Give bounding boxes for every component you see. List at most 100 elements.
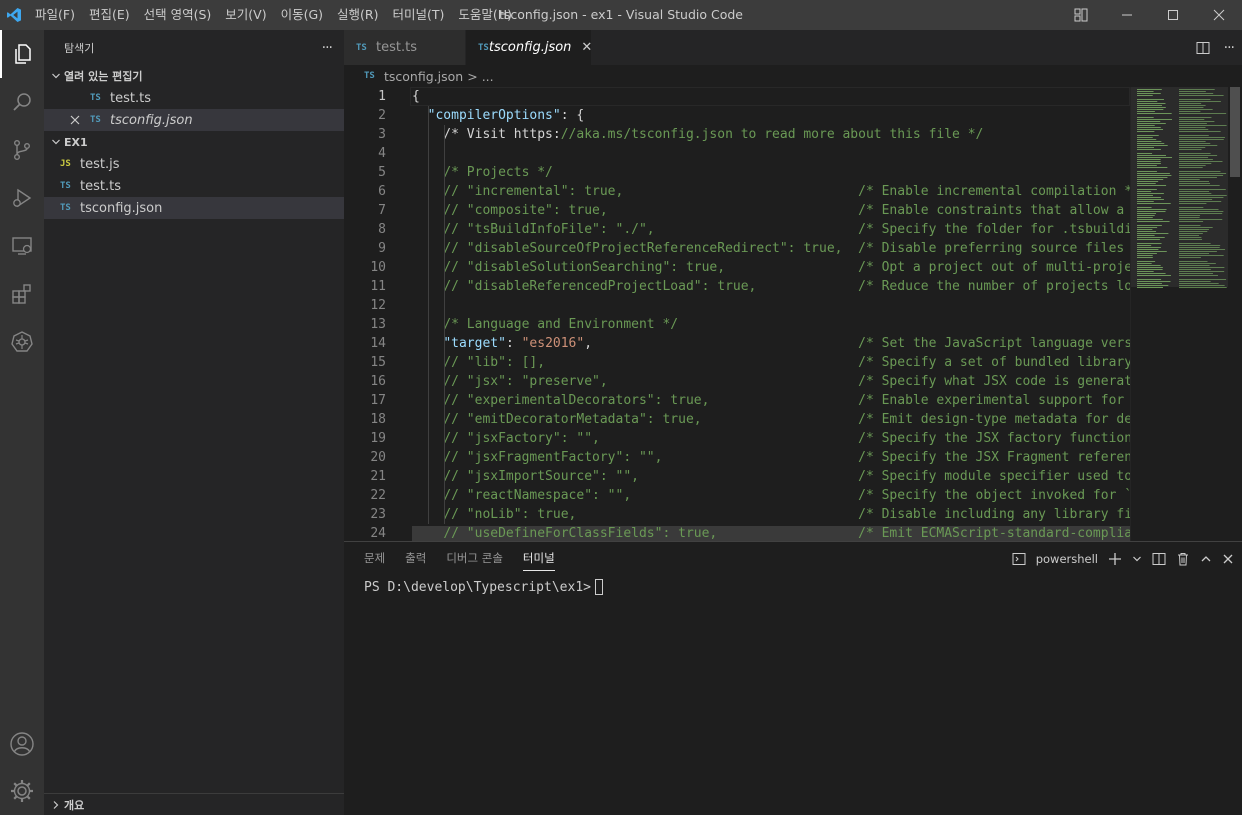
breadcrumb-more[interactable]: ... bbox=[482, 69, 494, 84]
trash-icon[interactable] bbox=[1176, 552, 1190, 566]
maximize-panel-icon[interactable] bbox=[1200, 553, 1212, 565]
split-terminal-icon[interactable] bbox=[1152, 552, 1166, 566]
search-icon[interactable] bbox=[0, 78, 44, 126]
code-line[interactable]: 4 bbox=[344, 144, 1130, 163]
code-line[interactable]: 5 /* Projects */ bbox=[344, 163, 1130, 182]
code-line[interactable]: 3 /* Visit https://aka.ms/tsconfig.json … bbox=[344, 125, 1130, 144]
line-text: // "emitDecoratorMetadata": true, /* Emi… bbox=[443, 412, 1148, 427]
more-actions-icon[interactable]: ··· bbox=[1224, 40, 1235, 56]
run-debug-icon[interactable] bbox=[0, 174, 44, 222]
minimap-slider[interactable] bbox=[1131, 87, 1229, 287]
editor-scrollbar[interactable] bbox=[1228, 87, 1242, 541]
extensions-icon[interactable] bbox=[0, 270, 44, 318]
outline-section-header[interactable]: 개요 bbox=[44, 793, 344, 815]
line-number: 22 bbox=[370, 488, 386, 503]
menu-file[interactable]: 파일(F) bbox=[28, 0, 82, 30]
file-item-test-ts[interactable]: TS test.ts bbox=[44, 175, 344, 197]
tab-output[interactable]: 출력 bbox=[395, 542, 436, 575]
menu-view[interactable]: 보기(V) bbox=[218, 0, 273, 30]
tab-test-ts[interactable]: TS test.ts bbox=[344, 30, 466, 65]
vscode-logo-icon bbox=[0, 0, 28, 30]
close-editor-icon[interactable] bbox=[70, 115, 90, 125]
code-line[interactable]: 24 // "useDefineForClassFields": true, /… bbox=[344, 524, 1148, 541]
maximize-icon[interactable] bbox=[1150, 0, 1196, 30]
source-control-icon[interactable] bbox=[0, 126, 44, 174]
terminal-shell-name[interactable]: powershell bbox=[1036, 552, 1098, 566]
code-line[interactable]: 1{ bbox=[344, 87, 1130, 106]
editor-scrollbar-thumb[interactable] bbox=[1230, 87, 1240, 177]
close-window-icon[interactable] bbox=[1196, 0, 1242, 30]
code-line[interactable]: 10 // "disableSolutionSearching": true, … bbox=[344, 258, 1147, 277]
explorer-icon[interactable] bbox=[0, 30, 44, 78]
code-line[interactable]: 23 // "noLib": true, /* Disable includin… bbox=[344, 505, 1147, 524]
split-editor-icon[interactable] bbox=[1196, 41, 1210, 55]
code-line[interactable]: 15 // "lib": [], /* Specify a set of bun… bbox=[344, 353, 1147, 372]
menu-run[interactable]: 실행(R) bbox=[330, 0, 385, 30]
line-text: { bbox=[412, 89, 420, 104]
tab-problems[interactable]: 문제 bbox=[354, 542, 395, 575]
code-line[interactable]: 7 // "composite": true, /* Enable constr… bbox=[344, 201, 1148, 220]
tab-terminal[interactable]: 터미널 bbox=[513, 542, 565, 575]
kubernetes-icon[interactable] bbox=[0, 318, 44, 366]
line-text: // "lib": [], /* Specify a set of bundle… bbox=[443, 355, 1148, 370]
line-text: // "experimentalDecorators": true, /* En… bbox=[443, 393, 1148, 408]
open-editor-item-tsconfig[interactable]: TS tsconfig.json bbox=[44, 109, 344, 131]
typescript-file-icon: TS bbox=[60, 181, 71, 191]
menu-selection[interactable]: 선택 영역(S) bbox=[137, 0, 219, 30]
code-line[interactable]: 16 // "jsx": "preserve", /* Specify what… bbox=[344, 372, 1147, 391]
code-line[interactable]: 18 // "emitDecoratorMetadata": true, /* … bbox=[344, 410, 1147, 429]
more-actions-icon[interactable]: ··· bbox=[322, 40, 333, 56]
close-panel-icon[interactable] bbox=[1222, 553, 1234, 565]
open-editor-item-test-ts[interactable]: TS test.ts bbox=[44, 87, 344, 109]
menu-edit[interactable]: 편집(E) bbox=[82, 0, 137, 30]
code-line[interactable]: 11 // "disableReferencedProjectLoad": tr… bbox=[344, 277, 1147, 296]
code-line[interactable]: 20 // "jsxFragmentFactory": "", /* Speci… bbox=[344, 448, 1147, 467]
code-line[interactable]: 13 /* Language and Environment */ bbox=[344, 315, 1130, 334]
account-icon[interactable] bbox=[0, 720, 44, 768]
code-line[interactable]: 14 "target": "es2016", /* Set the JavaSc… bbox=[344, 334, 1147, 353]
open-editors-section-header[interactable]: 열려 있는 편집기 bbox=[44, 65, 344, 87]
code-line[interactable]: 19 // "jsxFactory": "", /* Specify the J… bbox=[344, 429, 1147, 448]
line-number: 8 bbox=[378, 222, 386, 237]
chevron-right-icon bbox=[48, 800, 64, 810]
new-terminal-icon[interactable] bbox=[1108, 552, 1122, 566]
file-item-tsconfig[interactable]: TS tsconfig.json bbox=[44, 197, 344, 219]
menu-bar: 파일(F) 편집(E) 선택 영역(S) 보기(V) 이동(G) 실행(R) 터… bbox=[28, 0, 519, 30]
code-line[interactable]: 8 // "tsBuildInfoFile": "./", /* Specify… bbox=[344, 220, 1140, 239]
chevron-down-icon[interactable] bbox=[1132, 554, 1142, 564]
menu-help[interactable]: 도움말(H) bbox=[451, 0, 519, 30]
folder-label: EX1 bbox=[64, 135, 88, 149]
minimap[interactable] bbox=[1130, 87, 1229, 541]
code-line[interactable]: 12 bbox=[344, 296, 1130, 315]
code-line[interactable]: 2 "compilerOptions": { bbox=[344, 106, 1130, 125]
line-number: 9 bbox=[378, 241, 386, 256]
code-editor[interactable]: 1{2 "compilerOptions": {3 /* Visit https… bbox=[344, 87, 1242, 541]
code-line[interactable]: 6 // "incremental": true, /* Enable incr… bbox=[344, 182, 1140, 201]
code-line[interactable]: 9 // "disableSourceOfProjectReferenceRed… bbox=[344, 239, 1148, 258]
close-tab-icon[interactable]: ✕ bbox=[581, 40, 592, 55]
terminal-output[interactable]: PS D:\develop\Typescript\ex1> bbox=[344, 575, 1242, 599]
code-line[interactable]: 17 // "experimentalDecorators": true, /*… bbox=[344, 391, 1147, 410]
line-text: /* Language and Environment */ bbox=[443, 317, 679, 332]
code-line[interactable]: 21 // "jsxImportSource": "", /* Specify … bbox=[344, 467, 1147, 486]
menu-terminal[interactable]: 터미널(T) bbox=[386, 0, 452, 30]
minimize-icon[interactable] bbox=[1104, 0, 1150, 30]
line-text: "target": "es2016", /* Set the JavaScrip… bbox=[443, 336, 1148, 351]
layout-customize-icon[interactable] bbox=[1058, 0, 1104, 30]
menu-go[interactable]: 이동(G) bbox=[274, 0, 330, 30]
line-number: 21 bbox=[370, 469, 386, 484]
line-text: // "jsxFragmentFactory": "", /* Specify … bbox=[443, 450, 1148, 465]
line-text: // "disableReferencedProjectLoad": true,… bbox=[443, 279, 1148, 294]
folder-section-header[interactable]: EX1 bbox=[44, 131, 344, 153]
breadcrumb-file[interactable]: tsconfig.json bbox=[384, 69, 463, 84]
settings-gear-icon[interactable] bbox=[0, 767, 44, 815]
indent-guide bbox=[444, 125, 445, 524]
line-number: 10 bbox=[370, 260, 386, 275]
tab-tsconfig-json[interactable]: TS tsconfig.json ✕ bbox=[466, 30, 592, 65]
file-item-test-js[interactable]: JS test.js bbox=[44, 153, 344, 175]
line-number: 4 bbox=[378, 146, 386, 161]
code-line[interactable]: 22 // "reactNamespace": "", /* Specify t… bbox=[344, 486, 1147, 505]
remote-explorer-icon[interactable] bbox=[0, 222, 44, 270]
tab-debug-console[interactable]: 디버그 콘솔 bbox=[436, 542, 513, 575]
line-number: 20 bbox=[370, 450, 386, 465]
